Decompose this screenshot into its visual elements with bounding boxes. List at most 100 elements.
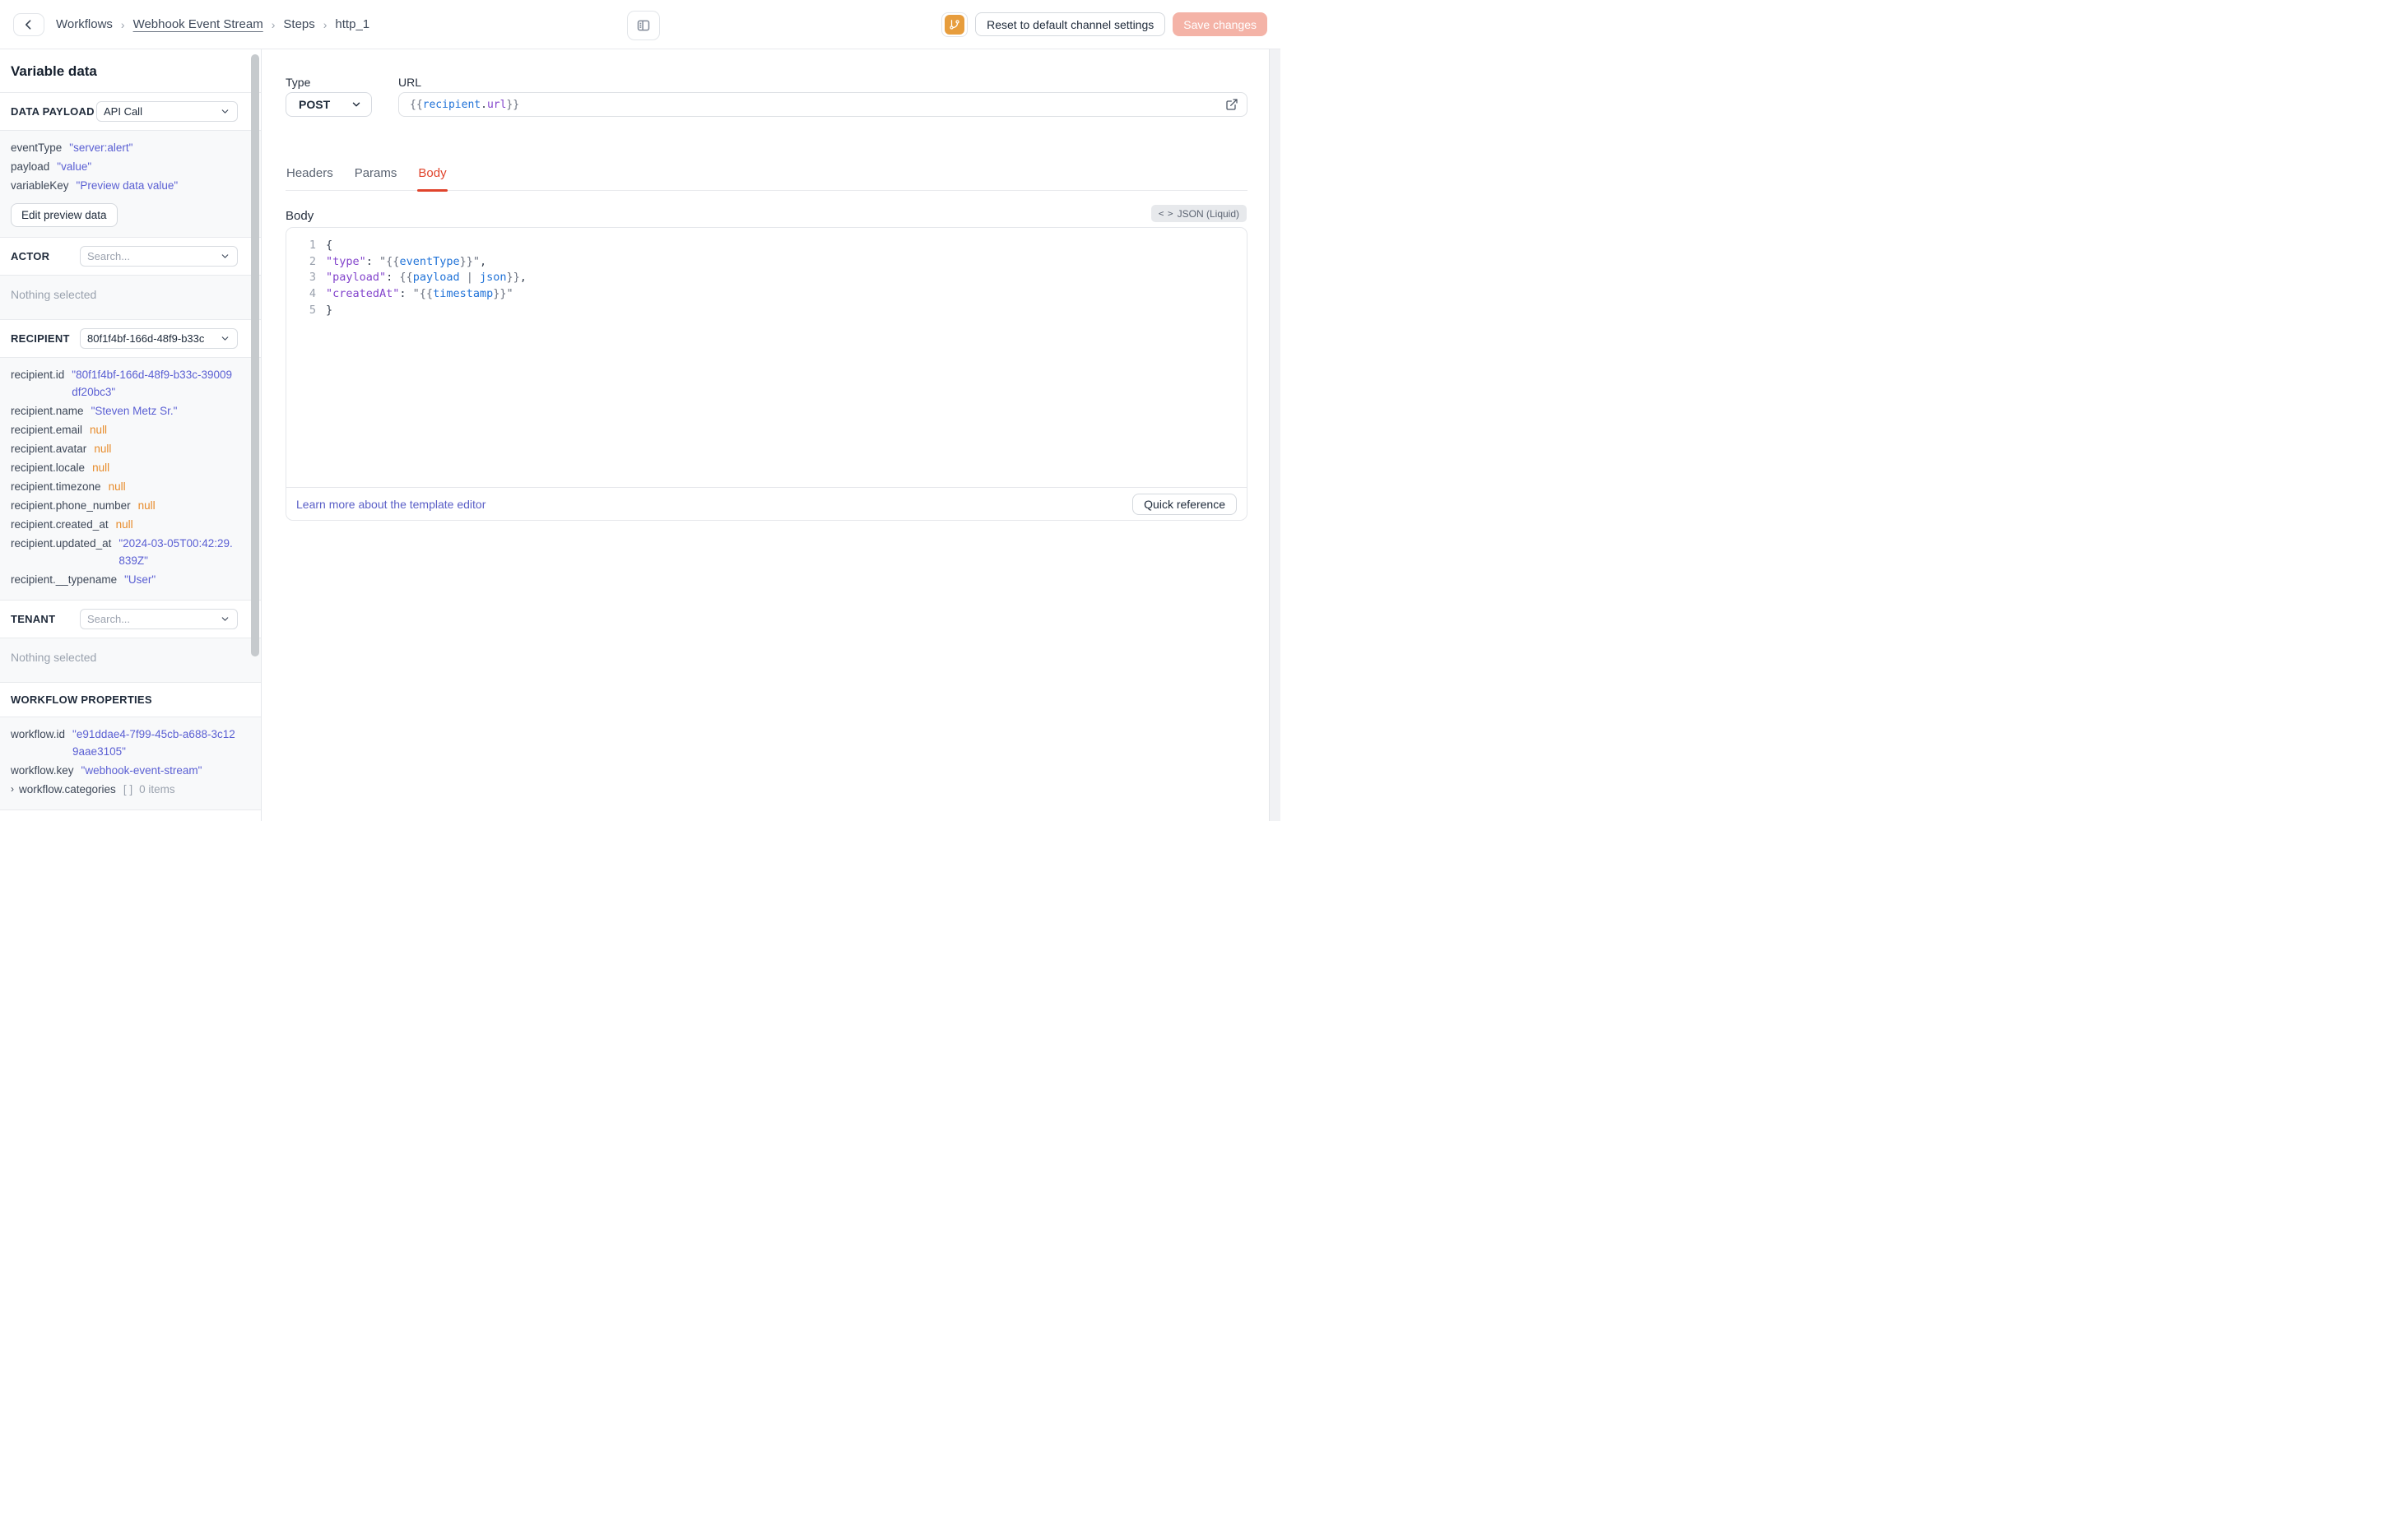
breadcrumb-separator: ›: [271, 17, 276, 31]
tab-headers[interactable]: Headers: [286, 161, 334, 190]
field-value: "value": [57, 160, 92, 173]
request-editor-panel: Type POST URL {{recipient.url}} Headers …: [262, 49, 1280, 821]
field-row: workflow.key "webhook-event-stream": [11, 762, 238, 779]
reset-channel-settings-button[interactable]: Reset to default channel settings: [975, 12, 1166, 36]
actor-label: ACTOR: [11, 250, 50, 262]
code-line: 1{: [286, 238, 1247, 254]
field-key: recipient.__typename: [11, 573, 118, 586]
field-row[interactable]: › workflow.categories [ ] 0 items: [11, 781, 238, 798]
environment-variables-heading: ENVIRONMENT VARIABLES i: [0, 809, 261, 821]
request-tabs: Headers Params Body: [286, 161, 1247, 192]
line-number: 1: [309, 239, 316, 252]
field-key: payload: [11, 160, 50, 173]
field-value: null: [90, 424, 108, 436]
type-label: Type: [286, 76, 311, 89]
url-input[interactable]: {{recipient.url}}: [398, 92, 1247, 117]
preview-data-section: eventType "server:alert" payload "value" var…: [0, 130, 261, 237]
open-url-button[interactable]: [1225, 98, 1238, 111]
preview-data-fields: eventType "server:alert" payload "value" var…: [11, 139, 238, 194]
body-editor-card: 1{2 "type": "{{eventType}}", 3 "payload": {…: [286, 227, 1247, 521]
tab-params[interactable]: Params: [354, 161, 398, 190]
actor-row: ACTOR Search...: [0, 237, 261, 275]
field-key: workflow.categories: [19, 783, 116, 796]
recipient-fields: recipient.id "80f1f4bf-166d-48f9-b33c-390…: [11, 366, 238, 588]
field-value: "e91ddae4-7f99-45cb-a688-3c129aae3105": [72, 728, 235, 758]
token: url: [486, 98, 507, 111]
field-row: recipient.created_at null: [11, 516, 238, 533]
actor-empty-state: Nothing selected: [0, 275, 261, 319]
app-window: Workflows › Webhook Event Stream › Steps…: [0, 0, 1280, 821]
field-row: variableKey "Preview data value": [11, 177, 238, 194]
field-key: recipient.created_at: [11, 518, 109, 531]
template-editor-docs-link[interactable]: Learn more about the template editor: [296, 498, 486, 511]
token: recipient: [422, 98, 481, 111]
edit-preview-data-button[interactable]: Edit preview data: [11, 203, 118, 227]
breadcrumb-item-steps[interactable]: Steps: [283, 17, 314, 31]
body-section-label: Body: [286, 209, 314, 223]
field-key: recipient.id: [11, 369, 65, 381]
field-key: variableKey: [11, 179, 69, 192]
recipient-label: RECIPIENT: [11, 332, 70, 345]
tenant-label: TENANT: [11, 613, 56, 625]
token: {{: [410, 98, 423, 111]
line-number: 2: [309, 254, 316, 268]
sidebar-scrollbar[interactable]: [251, 54, 259, 656]
tab-body[interactable]: Body: [417, 161, 448, 192]
workflow-fields: workflow.id "e91ddae4-7f99-45cb-a688-3c12…: [11, 726, 238, 798]
line-number: 3: [309, 271, 316, 285]
token: .: [481, 98, 487, 111]
field-key: recipient.locale: [11, 462, 86, 474]
field-key: eventType: [11, 141, 63, 154]
field-key: recipient.updated_at: [11, 537, 112, 550]
editor-footer: Learn more about the template editor Qui…: [286, 487, 1247, 520]
field-row: recipient.email null: [11, 421, 238, 438]
breadcrumb-item-workflows[interactable]: Workflows: [56, 17, 113, 31]
field-value: null: [92, 462, 110, 474]
code-editor[interactable]: 1{2 "type": "{{eventType}}", 3 "payload": {…: [286, 228, 1247, 487]
field-row: workflow.id "e91ddae4-7f99-45cb-a688-3c12…: [11, 726, 238, 760]
commit-changes-button[interactable]: [941, 12, 969, 37]
actor-select[interactable]: Search...: [80, 246, 238, 267]
workflow-fields-section: workflow.id "e91ddae4-7f99-45cb-a688-3c12…: [0, 717, 261, 809]
field-key: recipient.email: [11, 424, 83, 436]
breadcrumb-separator: ›: [120, 17, 125, 31]
code-icon: < >: [1158, 208, 1173, 219]
external-link-icon: [1225, 98, 1238, 111]
save-changes-button[interactable]: Save changes: [1173, 12, 1267, 36]
field-row: recipient.updated_at "2024-03-05T00:42:29…: [11, 535, 238, 569]
breadcrumb-item-workflow-name[interactable]: Webhook Event Stream: [133, 17, 263, 31]
field-key: recipient.avatar: [11, 443, 87, 455]
field-row: recipient.timezone null: [11, 478, 238, 495]
language-badge: < > JSON (Liquid): [1150, 205, 1247, 222]
quick-reference-button[interactable]: Quick reference: [1132, 493, 1237, 515]
field-row: recipient.locale null: [11, 459, 238, 476]
recipient-select[interactable]: 80f1f4bf-166d-48f9-b33c: [80, 328, 238, 349]
field-value: "User": [124, 573, 156, 586]
top-bar: Workflows › Webhook Event Stream › Steps…: [0, 0, 1280, 49]
data-payload-select[interactable]: API Call: [96, 101, 238, 122]
sidebar-toggle-button[interactable]: [627, 11, 660, 40]
breadcrumb: Workflows › Webhook Event Stream › Steps…: [56, 17, 369, 31]
breadcrumb-separator: ›: [323, 17, 328, 31]
main-scrollbar-gutter[interactable]: [1269, 49, 1280, 821]
field-row: recipient.avatar null: [11, 440, 238, 457]
field-value: "Steven Metz Sr.": [91, 405, 178, 417]
line-number: 4: [309, 287, 316, 301]
field-row: recipient.phone_number null: [11, 497, 238, 514]
field-value: null: [94, 443, 112, 455]
workflow-properties-heading: WORKFLOW PROPERTIES: [0, 682, 261, 717]
field-value: "server:alert": [69, 141, 133, 154]
http-method-select[interactable]: POST: [286, 92, 372, 117]
field-row: payload "value": [11, 158, 238, 175]
chevron-down-icon: [220, 106, 230, 117]
sidebar-title: Variable data: [11, 63, 97, 79]
back-button[interactable]: [13, 12, 44, 36]
tenant-select[interactable]: Search...: [80, 609, 238, 629]
code-line: 4 "createdAt": "{{timestamp}}": [286, 286, 1247, 303]
code-line: 5}: [286, 303, 1247, 319]
line-number: 5: [309, 303, 316, 317]
field-value: [ ] 0 items: [123, 783, 175, 796]
code-line: 2 "type": "{{eventType}}",: [286, 254, 1247, 271]
token: }}: [506, 98, 520, 111]
field-value: "webhook-event-stream": [81, 764, 202, 777]
